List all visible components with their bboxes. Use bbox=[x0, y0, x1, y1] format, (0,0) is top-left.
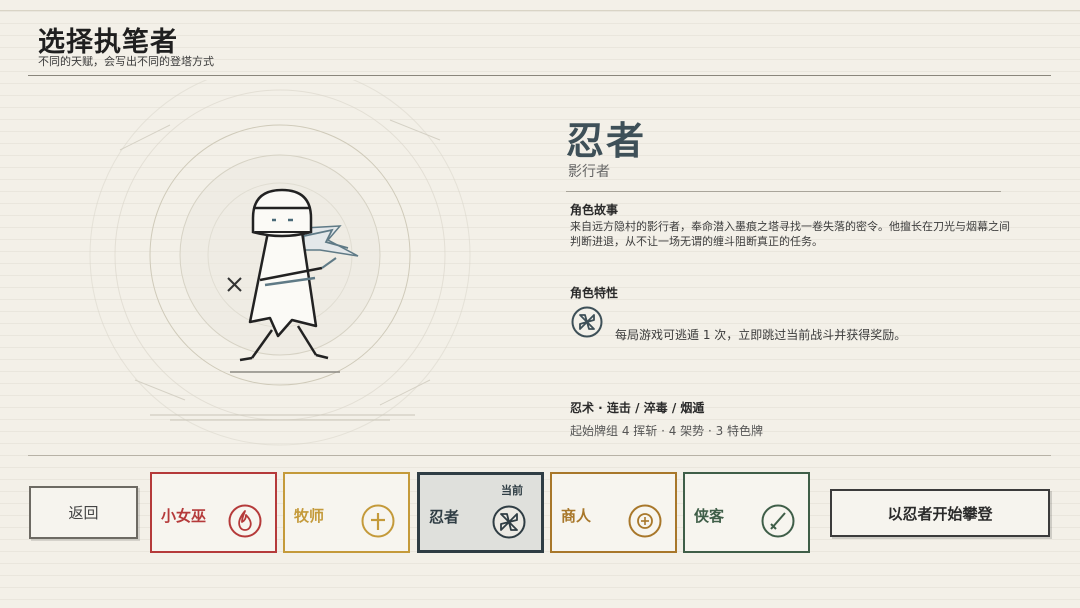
starting-deck: 起始牌组 4 挥斩 · 4 架势 · 3 特色牌 bbox=[570, 424, 764, 438]
info-divider bbox=[566, 191, 1001, 192]
page-subtitle: 不同的天赋，会写出不同的登塔方式 bbox=[38, 55, 214, 68]
character-card-label: 侠客 bbox=[694, 507, 725, 525]
character-card-priest[interactable]: 牧师 bbox=[283, 472, 410, 553]
ninja-illustration bbox=[89, 64, 471, 446]
start-climb-button[interactable]: 以忍者开始攀登 bbox=[830, 489, 1050, 537]
header-divider bbox=[28, 75, 1051, 76]
character-card-label: 忍者 bbox=[429, 508, 460, 526]
footer-divider bbox=[28, 455, 1051, 456]
trait-description: 每局游戏可逃遁 1 次，立即跳过当前战斗并获得奖励。 bbox=[615, 328, 907, 342]
character-name: 忍者 bbox=[566, 119, 647, 163]
character-card-label: 小女巫 bbox=[161, 507, 207, 525]
character-card-witch[interactable]: 小女巫 bbox=[150, 472, 277, 553]
cross-icon bbox=[360, 503, 396, 539]
character-card-merchant[interactable]: 商人 bbox=[550, 472, 677, 553]
character-portrait bbox=[60, 64, 530, 460]
character-card-label: 牧师 bbox=[294, 507, 325, 525]
coin-icon bbox=[627, 503, 663, 539]
trait-heading: 角色特性 bbox=[570, 286, 619, 300]
character-alias: 影行者 bbox=[568, 164, 610, 180]
story-heading: 角色故事 bbox=[570, 203, 619, 217]
current-badge: 当前 bbox=[501, 484, 523, 497]
character-story: 来自远方隐村的影行者，奉命潜入墨痕之塔寻找一卷失落的密令。他擅长在刀光与烟幕之间… bbox=[570, 220, 1010, 248]
sword-icon bbox=[760, 503, 796, 539]
shuriken-icon bbox=[491, 504, 527, 540]
character-card-label: 商人 bbox=[561, 507, 592, 525]
character-card-ninja[interactable]: 当前 忍者 bbox=[417, 472, 544, 553]
character-card-ranger[interactable]: 侠客 bbox=[683, 472, 810, 553]
top-frame-line bbox=[0, 10, 1080, 11]
flame-icon bbox=[227, 503, 263, 539]
back-button[interactable]: 返回 bbox=[29, 486, 138, 539]
skill-tags: 忍术 · 连击 / 淬毒 / 烟遁 bbox=[570, 401, 705, 415]
shuriken-icon bbox=[571, 306, 603, 338]
